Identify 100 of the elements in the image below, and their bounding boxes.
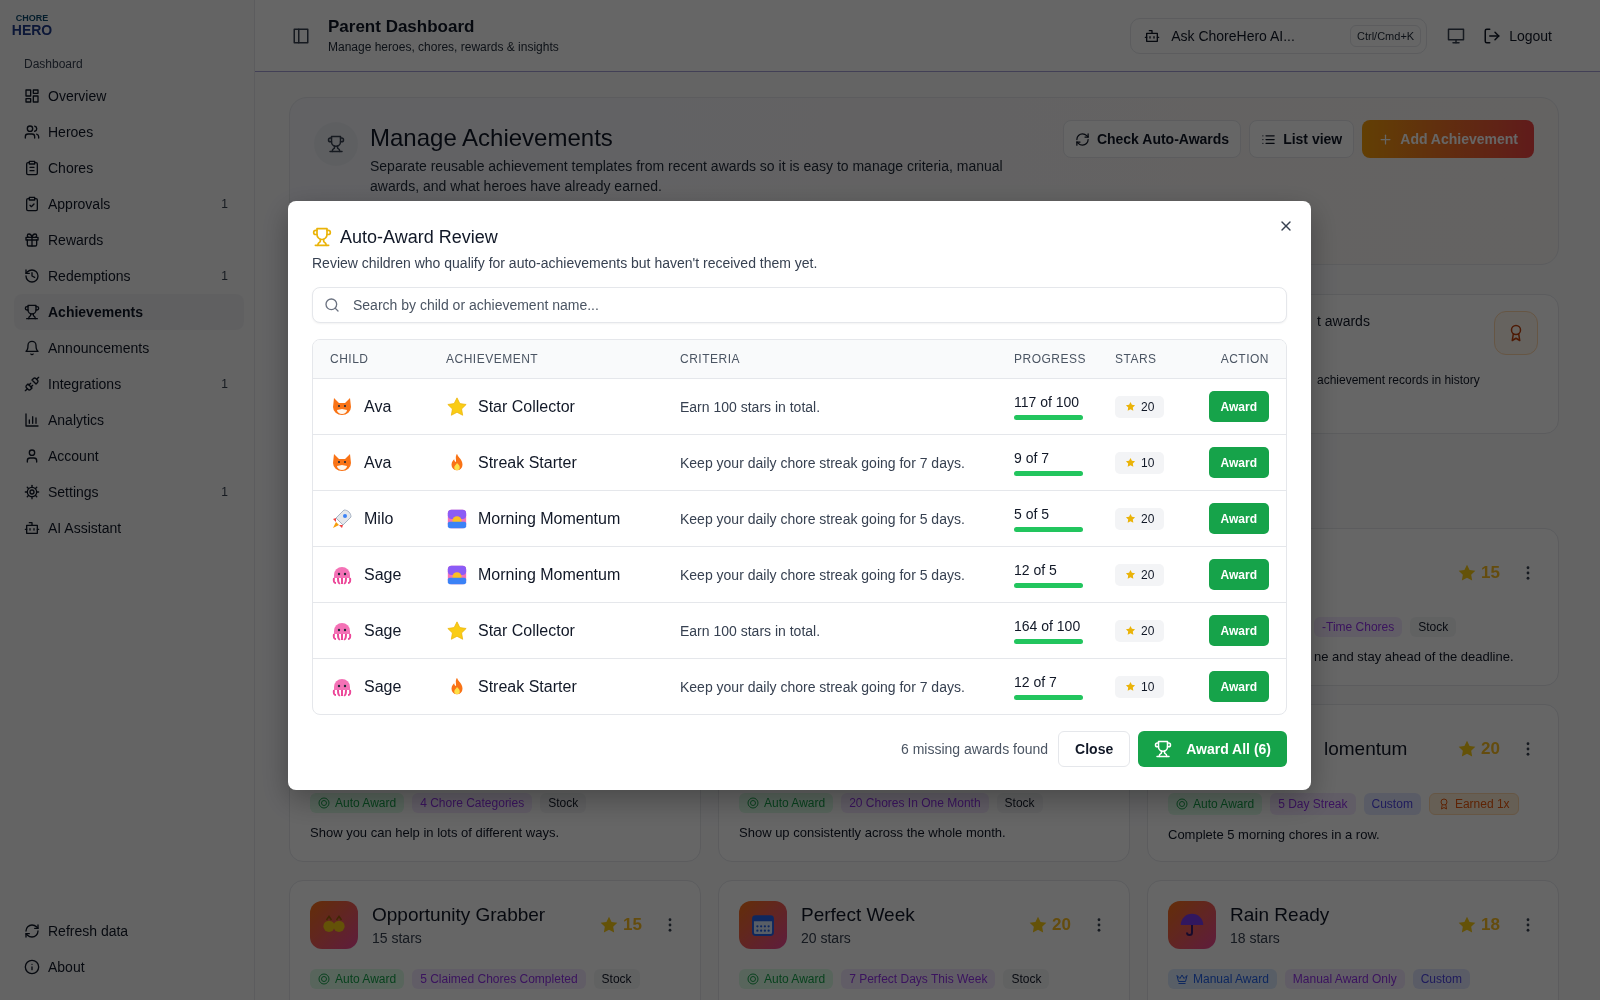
- table-cell: Sage: [364, 621, 402, 640]
- robot-icon: [24, 520, 40, 536]
- tag: 5 Claimed Chores Completed: [412, 969, 586, 989]
- add-button[interactable]: Add Achievement: [1362, 120, 1534, 158]
- more-icon[interactable]: [1526, 918, 1530, 932]
- target-icon: [318, 973, 330, 985]
- nav-item[interactable]: Approvals 1: [14, 186, 244, 222]
- user-icon: [24, 448, 40, 464]
- logout-button[interactable]: Logout: [1483, 22, 1552, 49]
- target-icon: [747, 973, 759, 985]
- check-button[interactable]: Check Auto-Awards: [1062, 120, 1242, 158]
- table-cell-text: Earn 100 stars in total.: [680, 622, 822, 639]
- tag: Manual Award Only: [1284, 969, 1405, 989]
- shortcut-hint: Ctrl/Cmd+K: [1350, 24, 1422, 47]
- star-reward: 10: [1115, 451, 1165, 474]
- star-icon: [1457, 563, 1478, 583]
- search-field[interactable]: Search by child or achievement name...: [312, 287, 1287, 323]
- nav-item[interactable]: Overview: [14, 78, 244, 114]
- more-icon[interactable]: [1097, 918, 1101, 932]
- award-all-button[interactable]: Award All (6): [1138, 731, 1287, 767]
- more-icon[interactable]: [1526, 742, 1530, 756]
- robot-icon: [1144, 27, 1161, 44]
- tag: Auto Award: [1168, 793, 1263, 815]
- card-title: Perfect Week: [801, 904, 916, 926]
- progress-text: 9 of 7: [1014, 449, 1051, 466]
- nav-item[interactable]: Rewards: [14, 222, 244, 258]
- award-button[interactable]: Award: [1208, 503, 1269, 534]
- card-description: Show you can help in lots of different ways.: [310, 825, 561, 840]
- star-reward: 20: [1115, 563, 1165, 586]
- nav-item[interactable]: Settings 1: [14, 474, 244, 510]
- count-label: 1: [221, 269, 228, 283]
- plug-icon: [24, 376, 40, 392]
- column-header: CRITERIA: [680, 352, 741, 366]
- trophy-icon: [1154, 740, 1173, 758]
- nav-item[interactable]: AI Assistant: [14, 510, 244, 546]
- column-header: CHILD: [330, 352, 370, 366]
- nav-item[interactable]: Heroes: [14, 114, 244, 150]
- star-icon: [1125, 513, 1136, 524]
- table-cell: Ava: [364, 397, 392, 416]
- target-icon: [318, 797, 330, 809]
- plus-icon: [1378, 131, 1394, 147]
- target-icon: [1176, 798, 1188, 810]
- table-cell: Sage: [364, 565, 402, 584]
- star-count: 20: [1481, 739, 1500, 759]
- table-cell-text: Keep your daily chore streak going for 7 days.: [680, 678, 966, 695]
- table-cell: Milo: [364, 509, 394, 528]
- table-cell: Star Collector: [478, 621, 575, 640]
- page-title: Parent Dashboard: [328, 17, 476, 37]
- award-button[interactable]: Award: [1208, 559, 1269, 590]
- progress-bar: [1014, 582, 1083, 588]
- table-cell: Morning Momentum: [478, 509, 621, 528]
- section-label: Dashboard: [23, 56, 84, 72]
- close-button[interactable]: Close: [1058, 731, 1131, 767]
- card-description: Complete 5 morning chores in a row.: [1168, 827, 1381, 842]
- tag: Manual Award: [1168, 969, 1277, 989]
- nav-item[interactable]: Refresh data: [14, 913, 244, 949]
- nav-item[interactable]: Analytics: [14, 402, 244, 438]
- award-button[interactable]: Award: [1208, 671, 1269, 702]
- sunrise-icon: [446, 507, 468, 530]
- more-icon[interactable]: [1526, 566, 1530, 580]
- star-icon: [1125, 401, 1136, 412]
- card-title: Opportunity Grabber: [372, 904, 547, 926]
- nav-item[interactable]: Announcements: [14, 330, 244, 366]
- count-label: 1: [221, 485, 228, 499]
- ribbon-icon: [1494, 311, 1538, 355]
- table-cell: Sage: [364, 677, 402, 696]
- tag: Stock: [1410, 617, 1457, 637]
- nav-item[interactable]: Chores: [14, 150, 244, 186]
- more-icon[interactable]: [668, 918, 672, 932]
- column-header: ACTION: [1220, 352, 1269, 366]
- table-cell: Morning Momentum: [478, 565, 621, 584]
- nav-item[interactable]: About: [14, 949, 244, 985]
- star-icon: [1457, 915, 1478, 935]
- star-icon: [1125, 457, 1136, 468]
- tag: Auto Award: [739, 793, 834, 813]
- progress-text: 164 of 100: [1014, 617, 1082, 634]
- nav-item[interactable]: Achievements: [14, 294, 244, 330]
- nav-item[interactable]: Account: [14, 438, 244, 474]
- award-button[interactable]: Award: [1208, 391, 1269, 422]
- star-count: 18: [1481, 915, 1500, 935]
- progress-bar: [1014, 694, 1083, 700]
- award-button[interactable]: Award: [1208, 615, 1269, 646]
- table-cell-text: Keep your daily chore streak going for 7 days.: [680, 454, 966, 471]
- star-count: 20: [1052, 915, 1071, 935]
- clipboard-check-icon: [24, 196, 40, 212]
- progress-text: 12 of 7: [1014, 673, 1058, 690]
- logo: CHORE HERO: [12, 14, 52, 40]
- nav-item[interactable]: Redemptions 1: [14, 258, 244, 294]
- progress-text: 12 of 5: [1014, 561, 1058, 578]
- sidebar-toggle-icon[interactable]: [292, 26, 310, 45]
- nav-item[interactable]: Integrations 1: [14, 366, 244, 402]
- card-subtitle: 15 stars: [372, 930, 423, 946]
- table-cell-text: Keep your daily chore streak going for 5 days.: [680, 510, 966, 527]
- view-toggle-button[interactable]: List view: [1249, 120, 1355, 158]
- count-label: 1: [221, 197, 228, 211]
- tag: Auto Award: [739, 969, 834, 989]
- star-reward: 10: [1115, 675, 1165, 698]
- award-button[interactable]: Award: [1208, 447, 1269, 478]
- monitor-icon[interactable]: [1447, 26, 1466, 45]
- info-icon: [24, 959, 40, 975]
